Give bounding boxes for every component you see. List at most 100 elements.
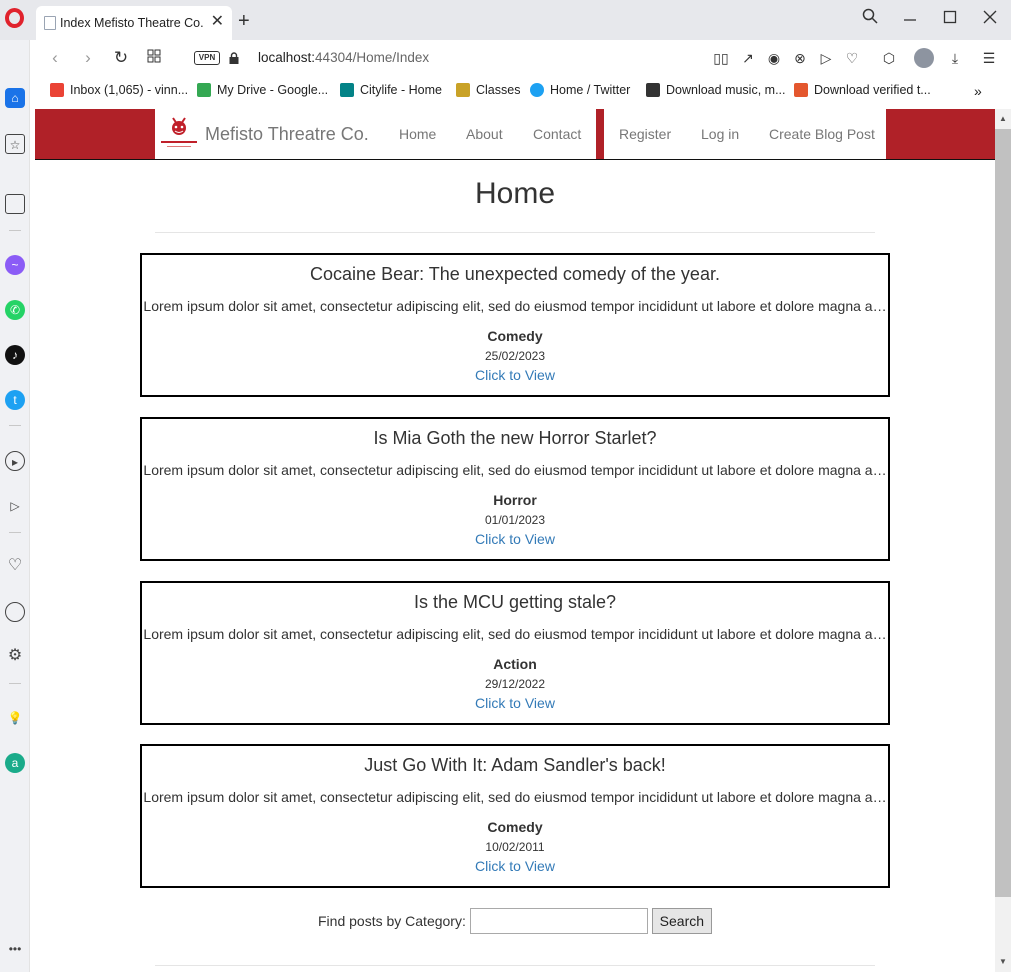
maximize-icon[interactable] xyxy=(938,8,962,28)
post-category: Comedy xyxy=(487,819,543,835)
url-field[interactable]: localhost:44304/Home/Index xyxy=(258,50,429,65)
reload-icon[interactable]: ↻ xyxy=(111,48,131,68)
player-icon[interactable]: ▸ xyxy=(5,451,25,471)
post-date: 10/02/2011 xyxy=(485,840,545,854)
post-card: Cocaine Bear: The unexpected comedy of t… xyxy=(140,253,890,397)
vpn-badge[interactable]: VPN xyxy=(194,51,220,65)
extensions-cube-icon[interactable]: ⬡ xyxy=(881,50,897,66)
lock-icon[interactable] xyxy=(229,51,239,64)
sidebar-divider xyxy=(9,230,21,231)
url-host: localhost: xyxy=(258,50,316,65)
nav-contact[interactable]: Contact xyxy=(533,126,581,142)
music-download-icon xyxy=(646,83,660,97)
bookmark-label: Download verified t... xyxy=(814,83,931,97)
post-date: 01/01/2023 xyxy=(484,513,546,527)
classes-icon xyxy=(456,83,470,97)
adblock-icon[interactable]: ⊗ xyxy=(792,50,808,66)
bookmark-citylife[interactable]: Citylife - Home xyxy=(340,83,442,97)
share-icon[interactable]: ↗ xyxy=(740,50,756,66)
bookmark-verified[interactable]: Download verified t... xyxy=(794,83,931,97)
post-title: Cocaine Bear: The unexpected comedy of t… xyxy=(310,264,720,284)
scroll-down-arrow-icon[interactable]: ▼ xyxy=(995,954,1011,970)
footer-divider xyxy=(155,965,875,966)
send-icon[interactable]: ▷ xyxy=(5,496,25,516)
reader-mode-icon[interactable]: ▯▯ xyxy=(713,50,729,66)
tab-close-icon[interactable]: ✕ xyxy=(211,14,224,30)
post-excerpt: Lorem ipsum dolor sit amet, consectetur … xyxy=(143,462,887,478)
post-title: Just Go With It: Adam Sandler's back! xyxy=(364,755,666,775)
whatsapp-icon[interactable]: ✆ xyxy=(5,300,25,320)
home-icon[interactable]: ⌂ xyxy=(5,88,25,108)
post-title: Is Mia Goth the new Horror Starlet? xyxy=(373,428,657,448)
browser-chrome: Index Mefisto Theatre Co. ✕ + ‹ › ↻ VPN … xyxy=(0,0,1011,109)
heart-icon[interactable]: ♡ xyxy=(844,50,860,66)
send-icon[interactable]: ▷ xyxy=(818,50,834,66)
snapshot-icon[interactable]: ◉ xyxy=(766,50,782,66)
bookmark-label: Home / Twitter xyxy=(550,83,631,97)
lightbulb-icon[interactable]: 💡 xyxy=(5,708,25,728)
page-scrollbar[interactable]: ▲ ▼ xyxy=(995,109,1011,972)
more-dots-icon[interactable]: ••• xyxy=(5,939,25,959)
category-search-input[interactable] xyxy=(469,908,648,934)
bookmark-classes[interactable]: Classes xyxy=(456,83,520,97)
tiktok-icon[interactable]: ♪ xyxy=(5,345,25,365)
back-arrow-icon[interactable]: ‹ xyxy=(45,48,65,68)
history-clock-icon[interactable] xyxy=(5,602,25,622)
tab-active[interactable]: Index Mefisto Theatre Co. ✕ xyxy=(36,6,232,40)
title-divider xyxy=(155,232,875,233)
nav-home[interactable]: Home xyxy=(399,126,436,142)
nav-create-blog-post[interactable]: Create Blog Post xyxy=(769,126,875,142)
scroll-up-arrow-icon[interactable]: ▲ xyxy=(995,111,1011,127)
search-label: Find posts by Category: xyxy=(318,913,466,929)
easy-setup-icon[interactable]: ☰ xyxy=(981,50,997,66)
bookmark-music[interactable]: Download music, m... xyxy=(646,83,785,97)
nav-about[interactable]: About xyxy=(466,126,503,142)
post-card: Just Go With It: Adam Sandler's back! Lo… xyxy=(140,744,890,888)
opera-logo-icon[interactable] xyxy=(5,8,24,28)
close-window-icon[interactable] xyxy=(978,8,1002,28)
aria-icon[interactable]: a xyxy=(5,753,25,773)
brand-name[interactable]: Mefisto Threatre Co. xyxy=(205,124,369,145)
scrollbar-thumb[interactable] xyxy=(995,129,1011,897)
view-post-link[interactable]: Click to View xyxy=(475,695,555,711)
downloads-icon[interactable]: ⤓ xyxy=(947,50,963,66)
bookmarks-overflow-icon[interactable]: » xyxy=(974,83,982,99)
sidebar-divider xyxy=(9,532,21,533)
search-button[interactable]: Search xyxy=(651,908,712,934)
tab-grid-icon[interactable] xyxy=(144,48,164,68)
post-date: 29/12/2022 xyxy=(484,677,546,691)
bookmark-label: Citylife - Home xyxy=(360,83,442,97)
bookmark-drive[interactable]: My Drive - Google... xyxy=(197,83,328,97)
bookmark-twitter[interactable]: Home / Twitter xyxy=(530,83,630,97)
nav-register[interactable]: Register xyxy=(619,126,671,142)
page-favicon-icon xyxy=(44,16,56,30)
sidebar-divider xyxy=(9,683,21,684)
post-date: 25/02/2023 xyxy=(484,349,546,363)
shopping-bag-icon[interactable] xyxy=(5,194,25,214)
url-path: 44304/Home/Index xyxy=(315,50,430,65)
speed-dial-icon[interactable]: ☆ xyxy=(5,134,25,154)
brand-logo-icon[interactable] xyxy=(157,112,201,156)
nav-login[interactable]: Log in xyxy=(701,126,739,142)
view-post-link[interactable]: Click to View xyxy=(475,531,555,547)
heart-icon[interactable]: ♡ xyxy=(5,556,25,576)
post-excerpt: Lorem ipsum dolor sit amet, consectetur … xyxy=(143,626,887,642)
minimize-icon[interactable] xyxy=(898,8,922,28)
post-category: Action xyxy=(493,656,537,672)
navbar-border xyxy=(35,159,995,160)
settings-gear-icon[interactable]: ⚙ xyxy=(5,646,25,666)
post-excerpt: Lorem ipsum dolor sit amet, consectetur … xyxy=(143,789,887,805)
view-post-link[interactable]: Click to View xyxy=(475,367,555,383)
twitter-icon[interactable]: t xyxy=(5,390,25,410)
view-post-link[interactable]: Click to View xyxy=(475,858,555,874)
bookmark-gmail[interactable]: Inbox (1,065) - vinn... xyxy=(50,83,188,97)
bookmarks-bar: Inbox (1,065) - vinn... My Drive - Googl… xyxy=(36,76,1011,106)
opera-sidebar: ⌂ ☆ ~ ✆ ♪ t ▸ ▷ ♡ ⚙ 💡 a ••• xyxy=(0,40,30,972)
new-tab-plus-icon[interactable]: + xyxy=(238,11,250,31)
profile-avatar[interactable] xyxy=(914,48,934,68)
post-category: Horror xyxy=(493,492,537,508)
messenger-icon[interactable]: ~ xyxy=(5,255,25,275)
forward-arrow-icon[interactable]: › xyxy=(78,48,98,68)
search-tabs-icon[interactable] xyxy=(858,8,882,28)
bookmark-label: Inbox (1,065) - vinn... xyxy=(70,83,189,97)
